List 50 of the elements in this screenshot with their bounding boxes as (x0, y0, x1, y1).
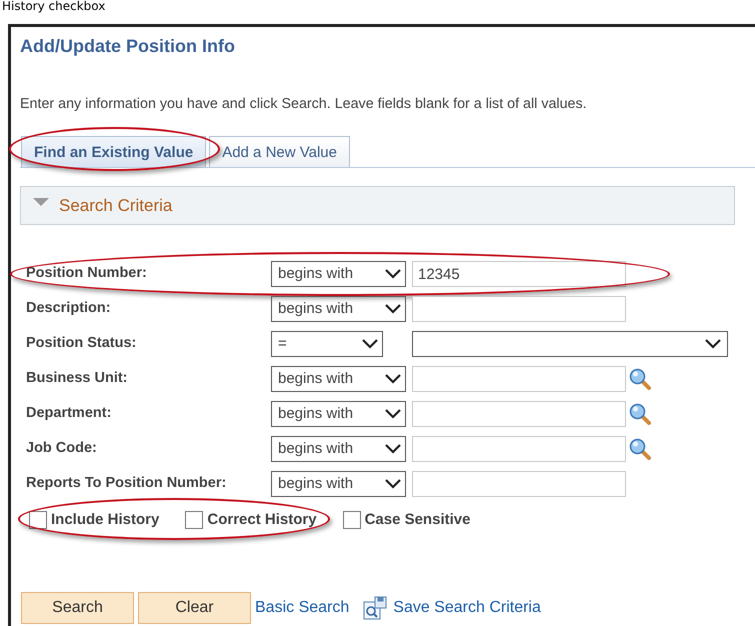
chevron-icon (385, 409, 401, 419)
save-disk-icon (363, 596, 388, 620)
field-label: Description: (25, 299, 112, 318)
lookup-search-icon[interactable] (628, 402, 652, 426)
tab[interactable]: Find an Existing Value (21, 136, 206, 167)
chevron-icon (362, 339, 378, 349)
caption-text: History checkbox (1, 0, 106, 13)
operator-dropdown[interactable]: begins with (271, 261, 406, 287)
checkbox-label: Case Sensitive (364, 510, 470, 530)
page-title: Add/Update Position Info (20, 35, 235, 58)
chevron-icon (385, 444, 401, 454)
operator-dropdown[interactable]: begins with (271, 471, 406, 497)
checkbox-label: Correct History (207, 510, 317, 530)
checkbox[interactable] (185, 511, 204, 530)
field-label: Position Status: (25, 334, 138, 354)
input-field[interactable] (412, 401, 626, 427)
chevron-icon (705, 339, 721, 349)
operator-dropdown[interactable]: = (271, 331, 383, 357)
operator-dropdown[interactable]: begins with (271, 296, 406, 322)
field-label: Reports To Position Number: (25, 474, 228, 494)
chevron-icon (385, 269, 401, 279)
checkbox-label: Include History (51, 510, 160, 530)
action-button[interactable]: Search (21, 592, 134, 624)
instruction-text: Enter any information you have and click Search. Leave fields blank for a list of all values. (20, 95, 587, 114)
lookup-search-icon[interactable] (628, 367, 652, 391)
chevron-icon (385, 304, 401, 314)
input-field[interactable]: 12345 (412, 261, 626, 287)
section-title[interactable]: Search Criteria (59, 192, 172, 218)
action-button[interactable]: Clear (138, 592, 251, 624)
input-field[interactable] (412, 296, 626, 322)
link[interactable]: Basic Search (255, 596, 350, 620)
chevron-icon (385, 479, 401, 489)
value-dropdown[interactable] (412, 331, 728, 357)
lookup-search-icon[interactable] (628, 437, 652, 461)
field-label: Position Number: (25, 264, 148, 284)
link[interactable]: Save Search Criteria (393, 596, 541, 620)
operator-dropdown[interactable]: begins with (271, 436, 406, 462)
operator-dropdown[interactable]: begins with (271, 366, 406, 392)
input-field[interactable] (412, 471, 626, 497)
tab[interactable]: Add a New Value (209, 136, 350, 167)
operator-dropdown[interactable]: begins with (271, 401, 406, 427)
field-label: Business Unit: (25, 369, 129, 388)
chevron-icon (385, 374, 401, 384)
collapse-triangle-icon[interactable] (33, 198, 49, 206)
input-field[interactable] (412, 366, 626, 392)
checkbox[interactable] (342, 511, 361, 530)
checkbox[interactable] (29, 511, 47, 530)
field-label: Department: (25, 404, 112, 424)
field-label: Job Code: (25, 439, 98, 458)
input-field[interactable] (412, 436, 626, 462)
